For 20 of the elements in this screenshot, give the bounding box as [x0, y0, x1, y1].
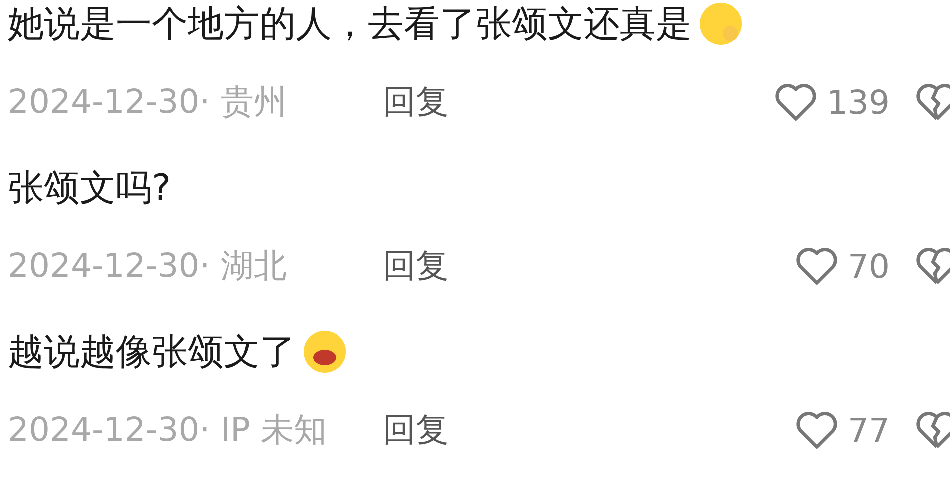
comment-date-location: 2024-12-30· IP 未知: [8, 408, 328, 450]
like-count: 139: [827, 82, 890, 122]
reply-link[interactable]: 回复: [383, 408, 449, 452]
comment-date-location: 2024-12-30· 贵州: [8, 80, 288, 122]
reply-link[interactable]: 回复: [383, 244, 449, 288]
comment-text: 张颂文吗?: [8, 166, 172, 210]
broken-heart-icon[interactable]: [914, 81, 950, 123]
heart-icon[interactable]: [794, 245, 840, 287]
reply-link[interactable]: 回复: [383, 80, 449, 124]
heart-icon[interactable]: [794, 409, 840, 451]
comment-text: 她说是一个地方的人，去看了张颂文还真是: [8, 2, 692, 46]
comment-date-location: 2024-12-30· 湖北: [8, 244, 288, 286]
emoji-icon: [302, 329, 348, 375]
like-count: 77: [848, 410, 890, 450]
like-count: 70: [848, 246, 890, 286]
broken-heart-icon[interactable]: [914, 245, 950, 287]
emoji-icon: [698, 1, 744, 47]
comment-text: 越说越像张颂文了: [8, 330, 296, 374]
broken-heart-icon[interactable]: [914, 409, 950, 451]
heart-icon[interactable]: [773, 81, 819, 123]
